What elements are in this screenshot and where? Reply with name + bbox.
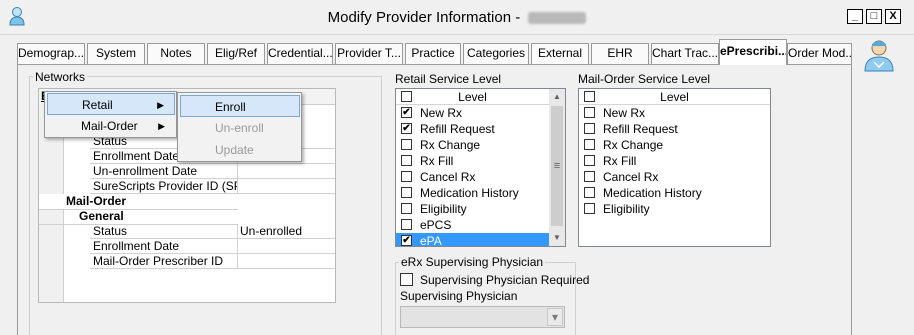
tree-row[interactable]: Enrollment Date (39, 239, 335, 254)
list-item[interactable]: Rx Change (579, 137, 770, 153)
list-item[interactable]: ✔ Refill Request (396, 121, 549, 137)
checkbox[interactable] (584, 123, 595, 134)
tab-notes[interactable]: Notes (147, 43, 205, 64)
menu-item-retail[interactable]: Retail ▶ (47, 93, 175, 115)
minimize-button[interactable]: _ (847, 9, 863, 24)
tab-eprescribing[interactable]: ePrescribi... (719, 39, 787, 65)
checkbox[interactable] (584, 187, 595, 198)
checkbox[interactable]: ✔ (401, 235, 412, 246)
menu-item-mail-order[interactable]: Mail-Order ▶ (47, 115, 175, 137)
tree-category-mail-order[interactable]: Mail-Order (39, 194, 238, 210)
tab-practice[interactable]: Practice (405, 43, 461, 64)
checkbox[interactable] (584, 139, 595, 150)
supervising-physician-dropdown[interactable]: ▾ (400, 306, 565, 328)
list-item[interactable]: New Rx (579, 105, 770, 121)
list-item[interactable]: Rx Fill (396, 153, 549, 169)
list-item[interactable]: Eligibility (396, 201, 549, 217)
window-title: Modify Provider Information - (0, 9, 914, 26)
chevron-right-icon: ▶ (157, 100, 164, 110)
checkbox[interactable] (584, 155, 595, 166)
checkbox[interactable] (401, 203, 412, 214)
list-item[interactable]: ePCS (396, 217, 549, 233)
retail-submenu: Enroll Un-enroll Update (177, 92, 302, 162)
mail-order-service-level-label: Mail-Order Service Level (578, 72, 711, 86)
tab-chart-tracking[interactable]: Chart Trac... (651, 43, 719, 64)
supervising-required-checkbox[interactable] (400, 273, 413, 286)
tab-categories[interactable]: Categories (463, 43, 529, 64)
grip-icon: ≡ (553, 160, 561, 172)
list-item[interactable]: Cancel Rx (396, 169, 549, 185)
tab-system[interactable]: System (87, 43, 145, 64)
tab-elig-ref[interactable]: Elig/Ref (207, 43, 265, 64)
networks-label: Networks (33, 70, 88, 84)
tree-row[interactable]: SureScripts Provider ID (SPI) (39, 179, 335, 194)
checkbox[interactable] (401, 219, 412, 230)
tab-provider-type[interactable]: Provider T... (335, 43, 403, 64)
maximize-button[interactable]: □ (866, 9, 882, 24)
checkbox[interactable] (401, 139, 412, 150)
menu-item-enroll[interactable]: Enroll (180, 95, 300, 117)
tree-row[interactable]: Status Un-enrolled (39, 224, 335, 239)
chevron-right-icon: ▶ (158, 121, 165, 131)
tab-demographics[interactable]: Demograp... (17, 43, 85, 64)
supervising-required-label: Supervising Physician Required (420, 273, 590, 287)
scroll-thumb[interactable]: ≡ (551, 106, 563, 226)
doctor-avatar-icon (864, 40, 894, 72)
list-item[interactable]: Medication History (396, 185, 549, 201)
redacted-name (528, 12, 587, 25)
tab-external[interactable]: External (531, 43, 589, 64)
tree-category-general[interactable]: General (39, 209, 238, 225)
supervising-group-label: eRx Supervising Physician (399, 255, 546, 269)
retail-service-level-label: Retail Service Level (395, 72, 502, 86)
list-item[interactable]: Eligibility (579, 201, 770, 217)
tree-row[interactable]: Un-enrollment Date (39, 164, 335, 179)
mail-order-list-header: Level (579, 89, 770, 105)
tab-credentials[interactable]: Credential... (267, 43, 333, 64)
menu-item-un-enroll[interactable]: Un-enroll (180, 117, 300, 139)
checkbox[interactable] (401, 155, 412, 166)
mail-order-service-list[interactable]: Level New Rx Refill Request Rx Change Rx… (578, 88, 771, 247)
context-menu: Retail ▶ Mail-Order ▶ (44, 91, 177, 138)
list-item[interactable]: Cancel Rx (579, 169, 770, 185)
list-item[interactable]: Rx Fill (579, 153, 770, 169)
checkbox[interactable]: ✔ (401, 123, 412, 134)
retail-list-header: Level (396, 89, 549, 105)
list-item[interactable]: ✔ New Rx (396, 105, 549, 121)
chevron-down-icon[interactable]: ▾ (547, 308, 563, 326)
checkbox[interactable] (401, 187, 412, 198)
list-item[interactable]: Rx Change (396, 137, 549, 153)
checkbox[interactable] (401, 171, 412, 182)
checkbox[interactable] (584, 203, 595, 214)
list-item-selected[interactable]: ✔ ePA (396, 233, 549, 246)
list-item[interactable]: Medication History (579, 185, 770, 201)
scroll-down-icon[interactable]: ▼ (549, 230, 565, 246)
tab-ehr[interactable]: EHR (591, 43, 649, 64)
tree-row[interactable]: Mail-Order Prescriber ID (39, 254, 335, 269)
checkbox[interactable]: ✔ (401, 107, 412, 118)
close-button[interactable]: X (885, 9, 901, 24)
retail-scrollbar[interactable]: ▲ ≡ ▼ (549, 89, 565, 246)
title-bar: Modify Provider Information - _ □ X (0, 0, 914, 35)
checkbox[interactable] (584, 107, 595, 118)
list-item[interactable]: Refill Request (579, 121, 770, 137)
supervising-physician-label: Supervising Physician (400, 289, 518, 303)
tab-order-mod[interactable]: Order Mod... (787, 43, 852, 64)
scroll-up-icon[interactable]: ▲ (549, 89, 565, 105)
retail-service-list[interactable]: Level ✔ New Rx ✔ Refill Request Rx Change … (395, 88, 566, 247)
checkbox[interactable] (584, 171, 595, 182)
menu-item-update[interactable]: Update (180, 139, 300, 161)
